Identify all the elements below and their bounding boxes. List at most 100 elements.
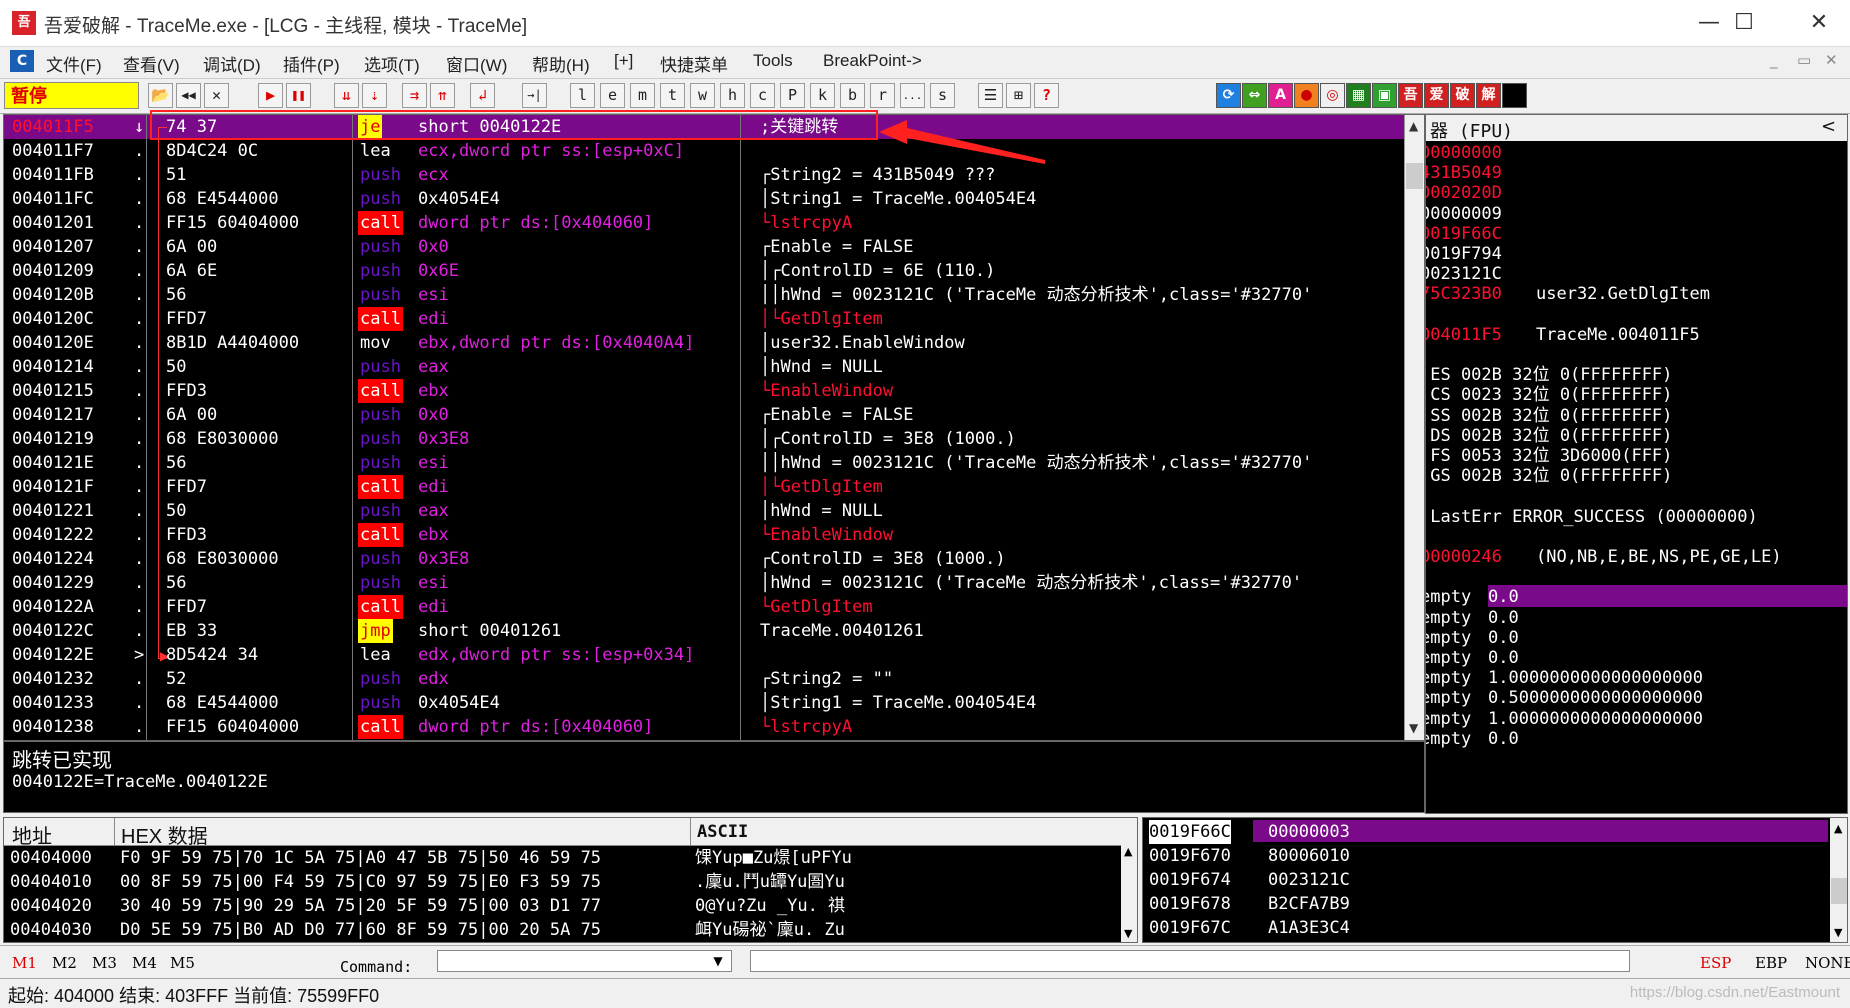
- plugin-window-icon[interactable]: ▣: [1372, 83, 1397, 108]
- close-button[interactable]: ✕: [1790, 0, 1848, 46]
- plugin-compare-icon[interactable]: ⇔: [1242, 83, 1267, 108]
- register-row[interactable]: empty 0.0: [1426, 727, 1847, 751]
- command-input[interactable]: [437, 950, 732, 972]
- threads-button[interactable]: t: [660, 83, 685, 108]
- executables-button[interactable]: e: [600, 83, 625, 108]
- mdi-minimize-button[interactable]: _: [1770, 51, 1778, 69]
- patches-button[interactable]: P: [780, 83, 805, 108]
- dump-row[interactable]: 00404000 F0 9F 59 75|70 1C 5A 75|A0 47 5B…: [4, 846, 1119, 870]
- mark-m3[interactable]: M3: [92, 954, 117, 972]
- call-stack-button[interactable]: k: [810, 83, 835, 108]
- dump-row[interactable]: 00404010 00 8F 59 75|00 F4 59 75|C0 97 59…: [4, 870, 1119, 894]
- scroll-thumb[interactable]: [1406, 163, 1423, 189]
- disasm-row[interactable]: 00401238. FF15 60404000 call dword ptr ds:[…: [4, 715, 1404, 739]
- menu-plus[interactable]: [+]: [614, 51, 633, 71]
- stack-row[interactable]: 0019F67C A1A3E3C4: [1143, 916, 1828, 940]
- mdi-close-button[interactable]: ✕: [1825, 51, 1838, 69]
- goto-icon[interactable]: →|: [522, 83, 547, 108]
- log-window-button[interactable]: l: [570, 83, 595, 108]
- stack-row[interactable]: 0019F670 80006010: [1143, 844, 1828, 868]
- restart-icon[interactable]: ◀◀: [176, 83, 201, 108]
- disasm-row[interactable]: 00401201. FF15 60404000 call dword ptr ds:[…: [4, 211, 1404, 235]
- disasm-row[interactable]: 0040122A. FFD7 call edi └GetDlgItem: [4, 595, 1404, 619]
- execute-till-return-icon[interactable]: ↲: [470, 83, 495, 108]
- disasm-row[interactable]: 00401232. 52 push edx ┌String2 = "": [4, 667, 1404, 691]
- menu-plugins[interactable]: 插件(P): [283, 51, 340, 76]
- mark-m1[interactable]: M1: [12, 954, 37, 972]
- disasm-row[interactable]: 00401217. 6A 00 push 0x0 ┌Enable = FALSE: [4, 403, 1404, 427]
- disasm-row[interactable]: 004011F7. 8D4C24 0C lea ecx,dword ptr ss:[e…: [4, 139, 1404, 163]
- disasm-row[interactable]: 0040121E. 56 push esi ││hWnd = 0023121C ('Tr…: [4, 451, 1404, 475]
- plugin-a-icon[interactable]: A: [1268, 83, 1293, 108]
- scroll-down-icon[interactable]: ▼: [1409, 721, 1418, 735]
- scroll-up-icon[interactable]: ▲: [1124, 845, 1132, 858]
- menu-shortcuts[interactable]: 快捷菜单: [660, 51, 728, 76]
- pause-icon[interactable]: ❚❚: [286, 83, 311, 108]
- dump-header-hex[interactable]: HEX 数据: [121, 820, 208, 849]
- disasm-row[interactable]: 0040122C. EB 33 jmp short 00401261 TraceMe.0…: [4, 619, 1404, 643]
- registers-pane[interactable]: 器 (FPU) < 00000000 431B5049 0002020D 000000…: [1425, 114, 1848, 814]
- plugin-record-icon[interactable]: ●: [1294, 83, 1319, 108]
- scroll-up-icon[interactable]: ▲: [1409, 119, 1418, 133]
- stack-row[interactable]: 0019F674 0023121C: [1143, 868, 1828, 892]
- options-grid-icon[interactable]: ⊞: [1006, 83, 1031, 108]
- mark-m2[interactable]: M2: [52, 954, 77, 972]
- scroll-thumb[interactable]: [1831, 878, 1847, 904]
- disassembly-scrollbar[interactable]: ▲ ▼: [1404, 115, 1424, 740]
- menu-tools[interactable]: Tools: [753, 51, 793, 71]
- breakpoints-button[interactable]: b: [840, 83, 865, 108]
- open-icon[interactable]: 📂: [148, 83, 173, 108]
- disasm-row[interactable]: 00401224. 68 E8030000 push 0x3E8 ┌ControlID …: [4, 547, 1404, 571]
- disasm-row[interactable]: 0040120C. FFD7 call edi │└GetDlgItem: [4, 307, 1404, 331]
- chevron-down-icon[interactable]: ▼: [706, 951, 730, 971]
- disasm-row[interactable]: 0040122E >8D5424 34 lea edx,dword ptr ss:[e…: [4, 643, 1404, 667]
- step-over-icon[interactable]: ⇣: [362, 83, 387, 108]
- plugin-wu-icon[interactable]: 吾: [1398, 83, 1423, 108]
- plugin-ai-icon[interactable]: 爱: [1424, 83, 1449, 108]
- menu-view[interactable]: 查看(V): [123, 51, 180, 76]
- stack-row[interactable]: 0019F678 B2CFA7B9: [1143, 892, 1828, 916]
- run-icon[interactable]: ▶: [258, 83, 283, 108]
- plugin-grid-icon[interactable]: ▦: [1346, 83, 1371, 108]
- dump-row[interactable]: 00404030 D0 5E 59 75|B0 AD D0 77|60 8F 59…: [4, 918, 1119, 942]
- stack-scrollbar[interactable]: ▲ ▼: [1830, 818, 1847, 942]
- maximize-button[interactable]: ☐: [1715, 0, 1773, 46]
- menu-window[interactable]: 窗口(W): [446, 51, 507, 76]
- trace-over-icon[interactable]: ⇈: [430, 83, 455, 108]
- mark-m5[interactable]: M5: [170, 954, 195, 972]
- help-icon[interactable]: ?: [1034, 83, 1059, 108]
- dump-header-ascii[interactable]: ASCII: [697, 822, 748, 842]
- mark-m4[interactable]: M4: [132, 954, 157, 972]
- collapse-icon[interactable]: <: [1821, 116, 1836, 137]
- reg-ebp-button[interactable]: EBP: [1755, 954, 1787, 972]
- disasm-row[interactable]: 00401207. 6A 00 push 0x0 ┌Enable = FALSE: [4, 235, 1404, 259]
- stack-row[interactable]: 0019F66C 00000003: [1143, 820, 1828, 844]
- dump-scrollbar[interactable]: ▲ ▼: [1121, 845, 1137, 942]
- disasm-row[interactable]: 00401233. 68 E4544000 push 0x4054E4 │String1…: [4, 691, 1404, 715]
- plugin-refresh-icon[interactable]: ⟳: [1216, 83, 1241, 108]
- menu-debug[interactable]: 调试(D): [203, 51, 261, 76]
- reg-esp-button[interactable]: ESP: [1700, 954, 1731, 972]
- menu-breakpoint[interactable]: BreakPoint->: [823, 51, 922, 71]
- source-button[interactable]: s: [930, 83, 955, 108]
- disasm-row[interactable]: 0040121F. FFD7 call edi │└GetDlgItem: [4, 475, 1404, 499]
- stack-pane[interactable]: 0019F66C 00000003 0019F670 80006010 0019F674…: [1142, 817, 1848, 943]
- disasm-row[interactable]: 00401222. FFD3 call ebx └EnableWindow: [4, 523, 1404, 547]
- trace-into-icon[interactable]: ⇉: [402, 83, 427, 108]
- plugin-po-icon[interactable]: 破: [1450, 83, 1475, 108]
- scroll-down-icon[interactable]: ▼: [1124, 927, 1132, 940]
- handles-button[interactable]: h: [720, 83, 745, 108]
- scroll-up-icon[interactable]: ▲: [1834, 822, 1842, 835]
- list-view-icon[interactable]: ☰: [978, 83, 1003, 108]
- menu-file[interactable]: 文件(F): [46, 51, 102, 76]
- plugin-black-icon[interactable]: [1502, 83, 1527, 108]
- menu-options[interactable]: 选项(T): [364, 51, 420, 76]
- cpu-button[interactable]: c: [750, 83, 775, 108]
- disasm-row[interactable]: 004011FC. 68 E4544000 push 0x4054E4 │String1…: [4, 187, 1404, 211]
- disasm-row[interactable]: 0040120E. 8B1D A4404000 mov ebx,dword ptr d…: [4, 331, 1404, 355]
- dump-row[interactable]: 00404020 30 40 59 75|90 29 5A 75|20 5F 59…: [4, 894, 1119, 918]
- mdi-restore-button[interactable]: ▭: [1797, 51, 1811, 69]
- step-into-icon[interactable]: ⇊: [334, 83, 359, 108]
- disasm-row[interactable]: 00401209. 6A 6E push 0x6E │┌ControlID = 6E (…: [4, 259, 1404, 283]
- disasm-row[interactable]: 00401229. 56 push esi │hWnd = 0023121C ('Tra…: [4, 571, 1404, 595]
